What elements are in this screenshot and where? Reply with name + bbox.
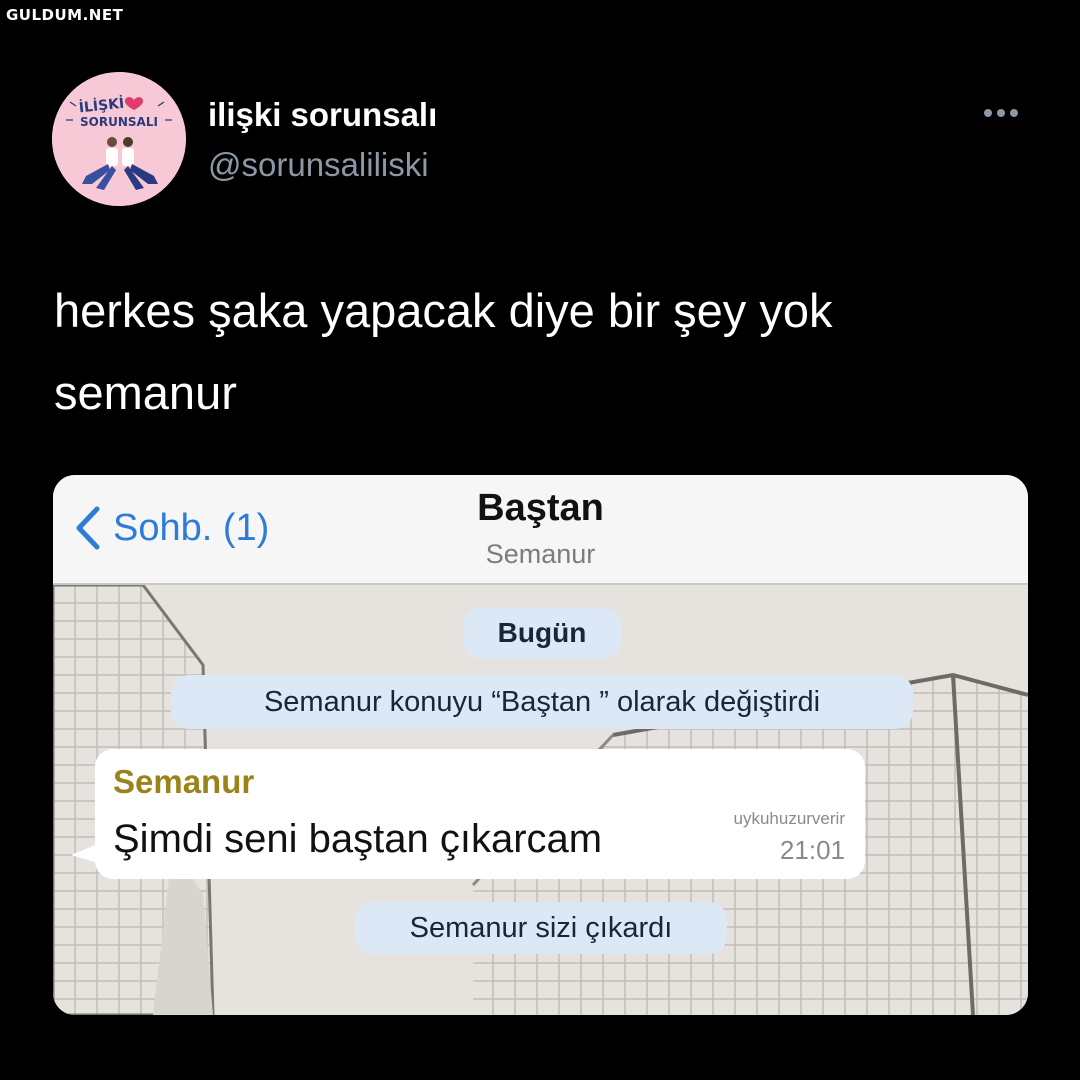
message-sender: Semanur	[113, 763, 255, 800]
author-handle[interactable]: @sorunsaliliski	[208, 146, 429, 184]
tweet-line: herkes şaka yapacak diye bir şey yok	[54, 284, 833, 337]
tweet-text: herkes şaka yapacak diye bir şey yok sem…	[54, 270, 1014, 434]
watermark: GULDUM.NET	[6, 6, 124, 24]
chat-body: Bugün Semanur konuyu “Baştan ” olarak de…	[53, 475, 1028, 1015]
system-message-removed: Semanur sizi çıkardı	[355, 902, 727, 954]
avatar[interactable]: İLİŞKİ SORUNSALI	[52, 72, 186, 206]
tweet-media-screenshot[interactable]: Sohb. (1) Baştan Semanur Bugün Semanur k…	[53, 475, 1028, 1015]
message-meta: uykuhuzurverir	[733, 809, 846, 828]
dot	[1010, 109, 1018, 117]
dot	[997, 109, 1005, 117]
date-pill: Bugün	[463, 607, 621, 659]
author-name[interactable]: ilişki sorunsalı	[208, 96, 437, 134]
message-time: 21:01	[779, 835, 845, 865]
message-bubble[interactable]: Semanur Şimdi seni baştan çıkarcam uykuh…	[95, 749, 865, 879]
tweet-line: semanur	[54, 366, 237, 419]
svg-text:SORUNSALI: SORUNSALI	[80, 115, 158, 129]
message-text: Şimdi seni baştan çıkarcam	[113, 817, 603, 861]
avatar-logo-icon: İLİŞKİ SORUNSALI	[52, 72, 186, 206]
dot	[984, 109, 992, 117]
ellipsis-icon[interactable]	[984, 103, 1024, 123]
system-message-topic: Semanur konuyu “Baştan ” olarak değiştir…	[171, 675, 913, 729]
